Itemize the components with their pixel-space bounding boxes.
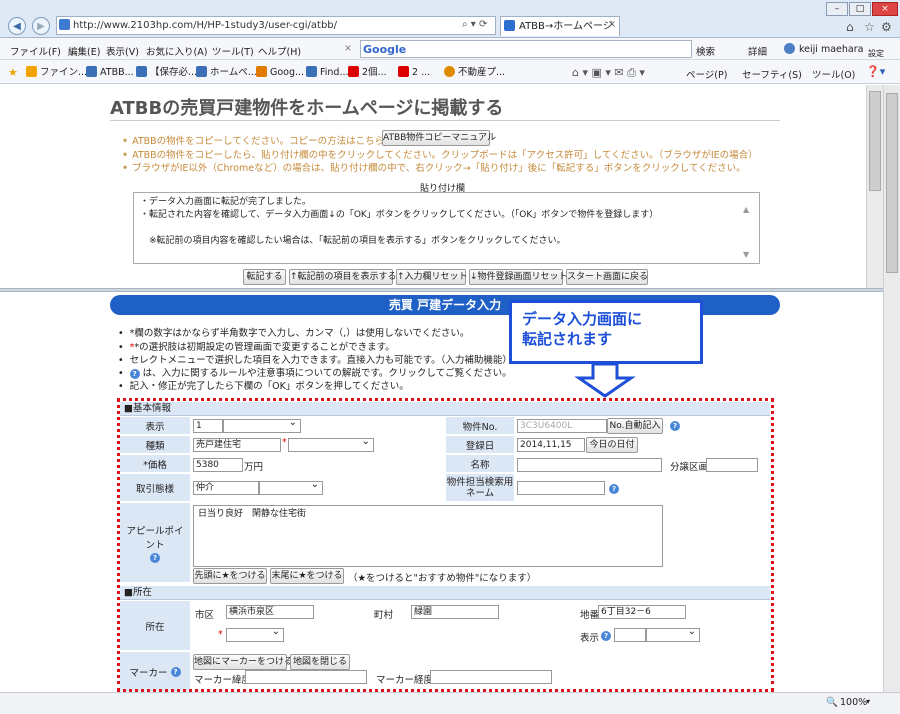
- google-search-input[interactable]: [360, 40, 692, 58]
- home-icon[interactable]: ⌂: [846, 20, 854, 34]
- fav-item[interactable]: 不動産プ...: [444, 65, 505, 81]
- menu-help[interactable]: ヘルプ(H): [258, 44, 301, 58]
- scroll-thumb[interactable]: [886, 93, 898, 273]
- paste-line: ・データ入力画面に転記が完了しました。: [140, 197, 312, 207]
- minimize-icon[interactable]: –: [826, 2, 848, 16]
- textarea-scroll-down-icon[interactable]: ▼: [743, 250, 749, 259]
- annotation-callout: データ入力画面に 転記されます: [509, 300, 703, 364]
- settings-label[interactable]: 設定: [868, 48, 884, 59]
- title-divider: [110, 120, 780, 121]
- callout-text: データ入力画面に 転記されます: [522, 310, 643, 348]
- highlight-frame: [117, 398, 774, 692]
- form-bullet: セレクトメニューで選択した項目を入力できます。直接入力も可能です。（入力補助機能…: [118, 352, 512, 366]
- down-arrow-icon: [574, 362, 636, 398]
- menu-tools[interactable]: ツール(T): [212, 44, 254, 58]
- status-bar: [0, 692, 900, 714]
- user-icon: [784, 43, 795, 54]
- zoom-icon[interactable]: 🔍: [826, 697, 838, 708]
- page-menu[interactable]: ページ(P): [686, 67, 727, 81]
- zoom-dropdown-icon[interactable]: ▾: [866, 697, 870, 706]
- note-1: • ATBBの物件をコピーしてください。コピーの方法はこちら→: [122, 136, 393, 147]
- site-icon: [59, 19, 70, 30]
- frame-scrollbar[interactable]: [866, 85, 883, 288]
- google-logo: Google: [363, 43, 407, 56]
- favorites-bar-star-icon[interactable]: ★: [8, 66, 18, 79]
- paste-line: [140, 222, 753, 235]
- transfer-button[interactable]: 転記する: [243, 269, 286, 285]
- maximize-icon[interactable]: □: [849, 2, 871, 16]
- form-bullet: ?は、入力に関するルールや注意事項についての解説です。クリックしてご覧ください。: [118, 365, 512, 379]
- tab-atbb[interactable]: ATBB→ホームページ: [500, 16, 620, 36]
- form-bullet: *欄の数字はかならず半角数字で入力し、カンマ（,）は使用しないでください。: [118, 325, 470, 339]
- fav-item[interactable]: Goog...: [256, 65, 304, 81]
- toolbar-home-icon[interactable]: ⌂ ▾ ▣ ▾ ✉ ⎙ ▾: [572, 66, 645, 80]
- address-bar[interactable]: http://www.2103hp.com/H/HP-1study3/user-…: [56, 16, 496, 35]
- menu-favorites[interactable]: お気に入り(A): [146, 44, 207, 58]
- address-search-icon[interactable]: ⌕ ▾ ⟳: [462, 19, 487, 30]
- note-3: • ブラウザがIE以外（Chromeなど）の場合は、貼り付け欄の中で、右クリック→…: [122, 163, 746, 174]
- tools-menu[interactable]: ツール(O): [812, 67, 855, 81]
- paste-line: ※転記前の項目内容を確認したい場合は、「転記前の項目を表示する」ボタンをクリック…: [140, 236, 566, 246]
- reset-input-button[interactable]: ↑入力欄リセット: [396, 269, 468, 285]
- paste-textarea[interactable]: ・データ入力画面に転記が完了しました。 ・転記された内容を確認して、データ入力画…: [133, 192, 760, 264]
- page-scrollbar[interactable]: [883, 85, 900, 692]
- reset-register-button[interactable]: ↓物件登録画面リセット: [469, 269, 568, 285]
- copy-manual-button[interactable]: ATBB物件コピーマニュアル: [382, 130, 496, 146]
- menu-view[interactable]: 表示(V): [106, 44, 139, 58]
- form-bullet: 記入・修正が完了したら下欄の「OK」ボタンを押してください。: [118, 378, 409, 392]
- back-to-start-button[interactable]: スタート画面に戻る: [566, 269, 648, 285]
- tab-close-icon[interactable]: ×: [608, 19, 616, 30]
- fav-item[interactable]: 2 ...: [398, 65, 430, 81]
- fav-item[interactable]: ファイン...: [26, 65, 87, 81]
- toolbar-close-icon[interactable]: ×: [344, 43, 352, 54]
- close-icon[interactable]: ×: [872, 2, 898, 16]
- back-icon[interactable]: ◀: [8, 17, 26, 35]
- form-bullet: **の選択肢は初期設定の管理画面で変更することができます。: [118, 339, 395, 353]
- forward-icon[interactable]: ▶: [32, 17, 50, 35]
- help-icon[interactable]: ❓▾: [866, 65, 885, 78]
- tab-icon: [504, 20, 515, 31]
- detail-button[interactable]: 詳細: [748, 44, 767, 58]
- favorites-star-icon[interactable]: ☆: [864, 20, 875, 34]
- frame-divider[interactable]: [0, 288, 883, 292]
- textarea-scroll-up-icon[interactable]: ▲: [743, 205, 749, 214]
- fav-item[interactable]: 【保存必...: [136, 65, 197, 81]
- user-name[interactable]: keiji maehara: [799, 44, 863, 55]
- safety-menu[interactable]: セーフティ(S): [742, 67, 802, 81]
- fav-item[interactable]: Find...: [306, 65, 349, 81]
- frame-scroll-thumb[interactable]: [869, 91, 881, 191]
- menu-edit[interactable]: 編集(E): [68, 44, 100, 58]
- fav-item[interactable]: ホームペ...: [196, 65, 257, 81]
- gear-icon[interactable]: ⚙: [881, 20, 892, 34]
- zoom-level[interactable]: 100%: [840, 697, 867, 708]
- menu-file[interactable]: ファイル(F): [10, 44, 61, 58]
- paste-line: ・転記された内容を確認して、データ入力画面↓の「OK」ボタンをクリックしてくださ…: [140, 210, 659, 220]
- google-search-button[interactable]: 検索: [696, 44, 715, 58]
- fav-item[interactable]: 2個...: [348, 65, 387, 81]
- fav-item[interactable]: ATBB...: [86, 65, 134, 81]
- show-previous-button[interactable]: ↑転記前の項目を表示する: [289, 269, 397, 285]
- page-title: ATBBの売買戸建物件をホームページに掲載する: [110, 98, 504, 119]
- note-2: • ATBBの物件をコピーしたら、貼り付け欄の中をクリックしてください。クリップボ…: [122, 150, 758, 161]
